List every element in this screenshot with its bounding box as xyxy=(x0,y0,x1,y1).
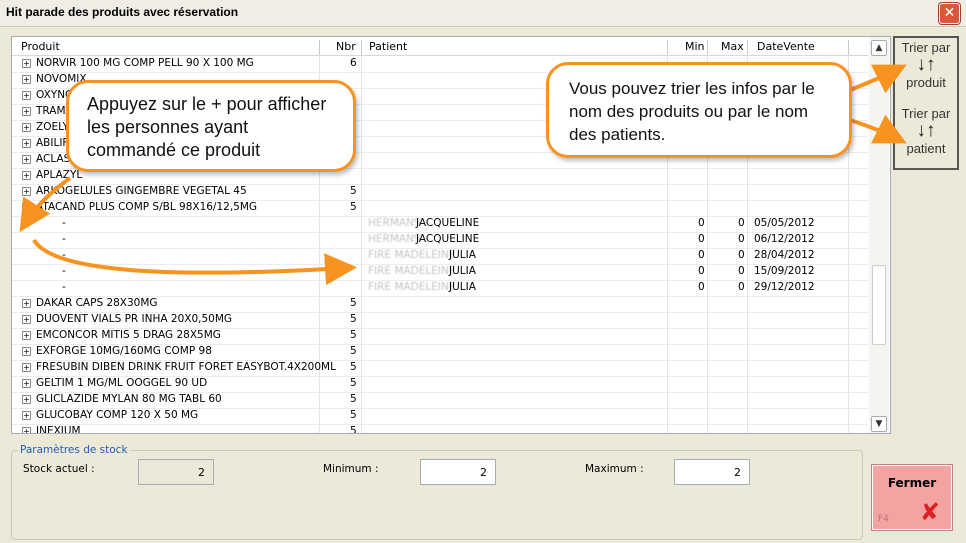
help-callout-expand: Appuyez sur le + pour afficher les perso… xyxy=(66,80,356,172)
stock-parameters-group: Paramètres de stock Stock actuel : 2 Min… xyxy=(11,444,863,540)
close-x-icon: ✘ xyxy=(919,498,940,526)
stock-parameters-legend: Paramètres de stock xyxy=(18,444,130,456)
stock-actuel-label: Stock actuel : xyxy=(23,463,95,475)
help-callout-sort: Vous pouvez trier les infos par le nom d… xyxy=(546,62,852,158)
maximum-input[interactable]: 2 xyxy=(674,459,750,485)
fermer-label: Fermer xyxy=(887,476,937,490)
minimum-label: Minimum : xyxy=(323,463,379,475)
stock-actuel-field: 2 xyxy=(138,459,214,485)
maximum-label: Maximum : xyxy=(585,463,644,475)
fermer-shortcut: F4 xyxy=(878,514,889,524)
fermer-button[interactable]: Fermer F4 ✘ xyxy=(871,464,953,531)
minimum-input[interactable]: 2 xyxy=(420,459,496,485)
